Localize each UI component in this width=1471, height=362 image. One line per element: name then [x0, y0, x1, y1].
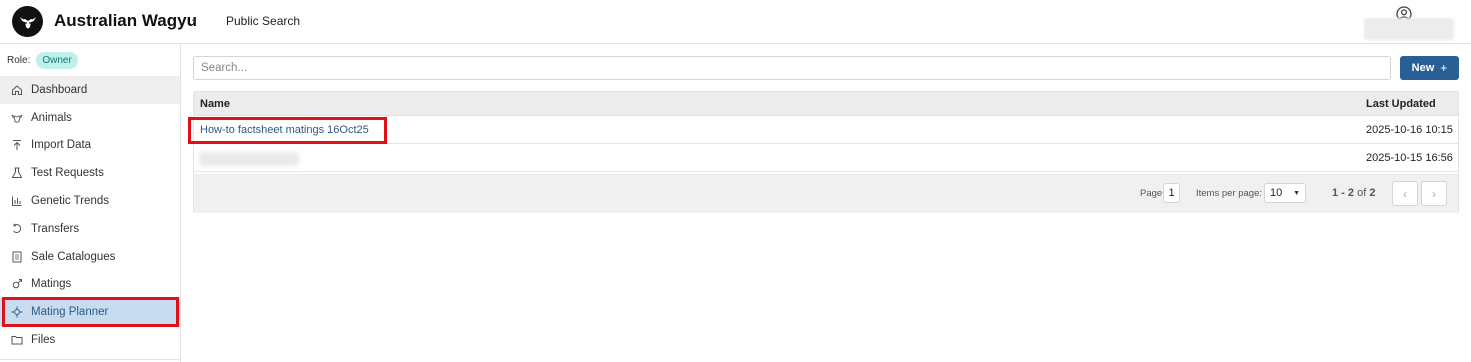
chevron-left-icon: ‹ — [1403, 186, 1407, 201]
sidebar: Role: Owner Dashboard Animals Import Dat… — [0, 44, 181, 362]
next-page-button[interactable]: › — [1421, 181, 1447, 206]
range-of: of — [1357, 187, 1367, 199]
sidebar-item-label: Dashboard — [31, 83, 88, 96]
new-button[interactable]: New + — [1400, 56, 1459, 80]
role-row: Role: Owner — [7, 52, 78, 69]
caret-down-icon: ▼ — [1293, 189, 1300, 197]
sidebar-item-test-requests[interactable]: Test Requests — [0, 159, 180, 187]
table-row[interactable]: How-to factsheet matings 16Oct25 2025-10… — [194, 116, 1458, 144]
sidebar-item-animals[interactable]: Animals — [0, 104, 180, 132]
role-badge: Owner — [36, 52, 78, 69]
sidebar-item-dashboard[interactable]: Dashboard — [0, 76, 180, 104]
range-value: 1 - 2 — [1332, 187, 1355, 199]
flask-icon — [10, 167, 23, 180]
sidebar-item-label: Files — [31, 334, 56, 347]
sidebar-nav: Dashboard Animals Import Data Test Reque… — [0, 76, 180, 354]
items-per-page-select[interactable]: 10 ▼ — [1264, 183, 1306, 203]
column-header-name[interactable]: Name — [200, 98, 230, 110]
sidebar-item-label: Transfers — [31, 222, 80, 235]
row-name-link[interactable]: How-to factsheet matings 16Oct25 — [200, 124, 369, 136]
upload-icon — [10, 139, 23, 152]
folder-icon — [10, 334, 23, 347]
sidebar-item-transfers[interactable]: Transfers — [0, 215, 180, 243]
row-last-updated: 2025-10-16 10:15 — [1366, 124, 1453, 136]
planner-icon — [10, 306, 23, 319]
sidebar-item-label: Genetic Trends — [31, 195, 109, 208]
sidebar-divider — [0, 359, 180, 360]
sidebar-item-matings[interactable]: Matings — [0, 271, 180, 299]
chevron-down-icon[interactable]: ⌄ — [190, 14, 198, 25]
table-header: Name Last Updated — [194, 92, 1458, 116]
chevron-right-icon: › — [1432, 186, 1436, 201]
column-header-last-updated[interactable]: Last Updated — [1366, 98, 1436, 110]
sidebar-item-label: Sale Catalogues — [31, 250, 116, 263]
sidebar-item-genetic-trends[interactable]: Genetic Trends — [0, 187, 180, 215]
home-icon — [10, 83, 23, 96]
transfer-icon — [10, 222, 23, 235]
bar-chart-icon — [10, 195, 23, 208]
plus-icon: + — [1440, 61, 1448, 75]
app-title[interactable]: Australian Wagyu — [54, 11, 197, 31]
range-total: 2 — [1369, 187, 1376, 199]
matings-table: Name Last Updated How-to factsheet matin… — [193, 91, 1459, 213]
sidebar-item-label: Import Data — [31, 139, 92, 152]
catalogue-icon — [10, 250, 23, 263]
row-last-updated: 2025-10-15 16:56 — [1366, 152, 1453, 164]
search-input[interactable] — [193, 56, 1391, 80]
top-header: Australian Wagyu ⌄ Public Search — [0, 0, 1471, 44]
new-button-label: New — [1411, 62, 1435, 74]
sidebar-item-label: Mating Planner — [31, 306, 109, 319]
pagination-range: 1 - 2 of 2 — [1332, 187, 1375, 199]
sidebar-item-label: Matings — [31, 278, 72, 291]
items-per-page-value: 10 — [1270, 187, 1283, 199]
page-number-input[interactable]: 1 — [1163, 183, 1180, 203]
sidebar-item-sale-catalogues[interactable]: Sale Catalogues — [0, 243, 180, 271]
prev-page-button[interactable]: ‹ — [1392, 181, 1418, 206]
table-pagination: Page 1 Items per page: 10 ▼ 1 - 2 of 2 ‹… — [194, 174, 1458, 213]
table-row[interactable]: 2025-10-15 16:56 — [194, 144, 1458, 172]
gender-icon — [10, 278, 23, 291]
sidebar-item-mating-planner[interactable]: Mating Planner — [0, 298, 180, 327]
items-per-page-label: Items per page: — [1196, 188, 1263, 199]
role-label: Role: — [7, 55, 31, 66]
sidebar-item-import-data[interactable]: Import Data — [0, 132, 180, 160]
page-label: Page — [1140, 188, 1163, 199]
row-name-redacted — [199, 152, 299, 166]
sidebar-item-files[interactable]: Files — [0, 326, 180, 354]
cow-icon — [10, 111, 23, 124]
sidebar-item-label: Test Requests — [31, 167, 104, 180]
sidebar-item-label: Animals — [31, 111, 72, 124]
public-search-link[interactable]: Public Search — [226, 14, 300, 28]
user-name-redacted — [1364, 18, 1454, 40]
wagyu-logo[interactable] — [12, 6, 43, 37]
